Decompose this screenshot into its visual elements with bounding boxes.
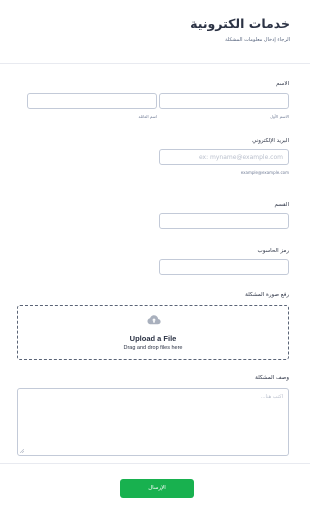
header-divider [0, 63, 310, 64]
email-placeholder: ex: myname@example.com [198, 154, 283, 161]
description-label: وصف المشكلة [255, 375, 289, 381]
email-label: البريد الإلكتروني [252, 138, 289, 144]
name-label: الاسم [276, 81, 289, 87]
description-placeholder: اكتب هنا... [260, 394, 283, 400]
first-name-sublabel: الاسم الأول [270, 114, 289, 119]
email-sublabel: example@example.com [240, 170, 289, 175]
resize-handle-icon[interactable] [20, 449, 24, 453]
department-label: القسم [274, 202, 289, 208]
first-name-input[interactable] [159, 93, 289, 109]
form-title: خدمات الكترونية [190, 16, 290, 31]
upload-subtitle: Drag and drop files here [123, 345, 183, 351]
email-input[interactable]: ex: myname@example.com [159, 149, 289, 165]
form-subtitle: الرجاء إدخال معلومات المشكلة [225, 37, 290, 43]
cloud-upload-icon [147, 315, 161, 325]
computer-code-label: رمز الحاسوب [257, 248, 289, 254]
file-upload-dropzone[interactable]: Upload a File Drag and drop files here [17, 305, 289, 360]
upload-title: Upload a File [129, 334, 177, 343]
last-name-input[interactable] [27, 93, 157, 109]
submit-button[interactable]: الإرسال [120, 479, 194, 498]
upload-label: رفع صورة المشكلة [245, 292, 289, 298]
computer-code-input[interactable] [159, 259, 289, 275]
footer-divider [0, 463, 310, 464]
description-textarea[interactable]: اكتب هنا... [17, 388, 289, 456]
last-name-sublabel: اسم العائلة [138, 114, 157, 119]
department-input[interactable] [159, 213, 289, 229]
